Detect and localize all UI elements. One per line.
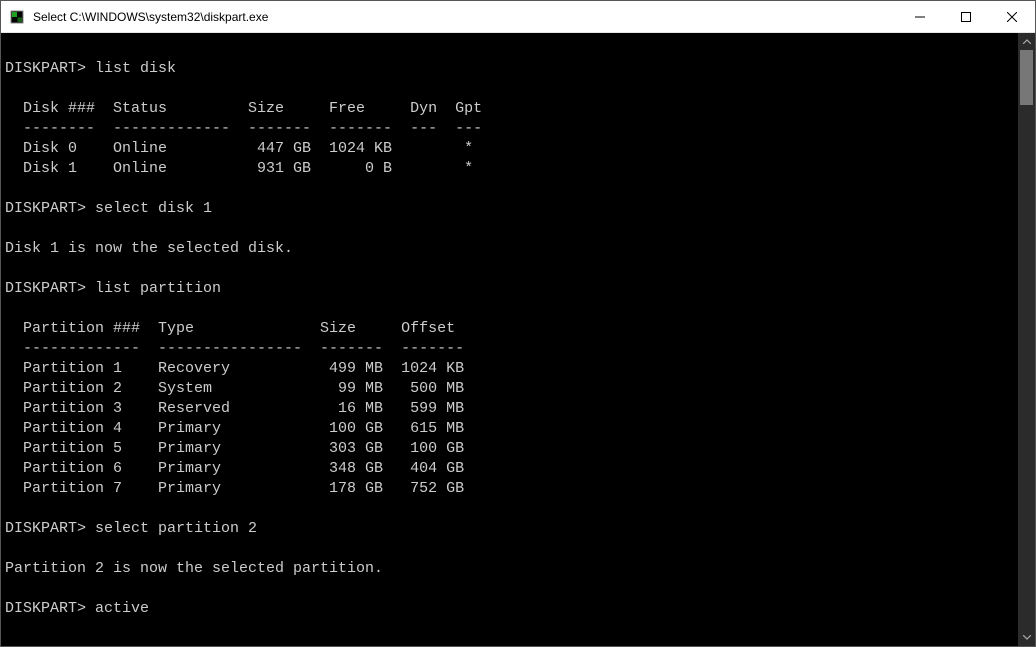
console-window: Select C:\WINDOWS\system32\diskpart.exe …	[0, 0, 1036, 647]
console-output[interactable]: DISKPART> list disk Disk ### Status Size…	[1, 33, 1018, 646]
titlebar[interactable]: Select C:\WINDOWS\system32\diskpart.exe	[1, 1, 1035, 33]
window-controls	[897, 1, 1035, 32]
minimize-button[interactable]	[897, 1, 943, 32]
close-button[interactable]	[989, 1, 1035, 32]
maximize-button[interactable]	[943, 1, 989, 32]
app-icon	[9, 9, 25, 25]
scroll-up-arrow[interactable]	[1018, 33, 1035, 50]
scroll-thumb[interactable]	[1020, 50, 1033, 105]
vertical-scrollbar[interactable]	[1018, 33, 1035, 646]
scroll-down-arrow[interactable]	[1018, 629, 1035, 646]
scroll-track[interactable]	[1018, 50, 1035, 629]
console-body: DISKPART> list disk Disk ### Status Size…	[1, 33, 1035, 646]
window-title: Select C:\WINDOWS\system32\diskpart.exe	[33, 10, 897, 24]
